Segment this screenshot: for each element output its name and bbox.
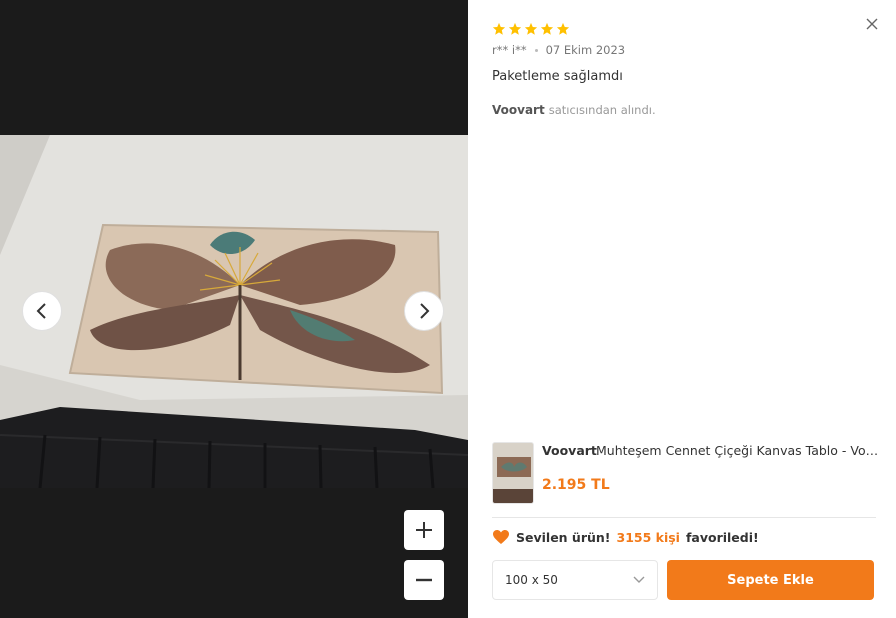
product-price: 2.195 TL xyxy=(542,477,610,493)
star-icon xyxy=(540,22,554,35)
add-to-cart-button[interactable]: Sepete Ekle xyxy=(667,560,874,600)
minus-icon xyxy=(416,578,432,582)
product-name[interactable]: Muhteşem Cennet Çiçeği Kanvas Tablo - Vo… xyxy=(596,443,880,458)
next-image-button[interactable] xyxy=(404,291,444,331)
zoom-in-button[interactable] xyxy=(404,510,444,550)
size-select-value: 100 x 50 xyxy=(505,573,558,587)
previous-image-button[interactable] xyxy=(22,291,62,331)
favorite-count: 3155 kişi xyxy=(616,529,680,545)
product-thumbnail[interactable] xyxy=(492,442,534,504)
favorite-info: Sevilen ürün! 3155 kişi favoriledi! xyxy=(492,529,759,545)
separator-dot xyxy=(534,48,538,52)
plus-icon xyxy=(416,522,432,538)
review-meta: r** i** 07 Ekim 2023 xyxy=(492,43,625,57)
product-brand[interactable]: Voovart xyxy=(542,443,597,458)
product-card[interactable]: Voovart Muhteşem Cennet Çiçeği Kanvas Ta… xyxy=(492,440,880,506)
image-viewer xyxy=(0,0,468,618)
favorite-suffix: favoriledi! xyxy=(685,529,759,545)
reviewer-name: r** i** xyxy=(492,43,527,57)
divider xyxy=(492,517,876,518)
review-comment: Paketleme sağlamdı xyxy=(492,69,623,84)
chevron-down-icon xyxy=(633,576,645,583)
review-panel: r** i** 07 Ekim 2023 Paketleme sağlamdı … xyxy=(468,0,896,618)
star-icon xyxy=(492,22,506,35)
star-icon xyxy=(556,22,570,35)
close-button[interactable] xyxy=(862,14,882,34)
heart-icon xyxy=(493,530,509,544)
star-icon xyxy=(524,22,538,35)
favorite-prefix: Sevilen ürün! xyxy=(516,529,611,545)
chevron-right-icon xyxy=(420,303,430,319)
seller-name: Voovart xyxy=(492,103,545,117)
zoom-out-button[interactable] xyxy=(404,560,444,600)
review-photo xyxy=(0,135,468,488)
size-select[interactable]: 100 x 50 xyxy=(492,560,658,600)
chevron-left-icon xyxy=(36,303,46,319)
rating-stars xyxy=(492,22,570,36)
star-icon xyxy=(508,22,522,35)
seller-suffix: satıcısından alındı. xyxy=(548,103,656,117)
close-icon xyxy=(866,18,878,30)
seller-info: Voovart satıcısından alındı. xyxy=(492,103,656,117)
review-date: 07 Ekim 2023 xyxy=(545,43,626,57)
